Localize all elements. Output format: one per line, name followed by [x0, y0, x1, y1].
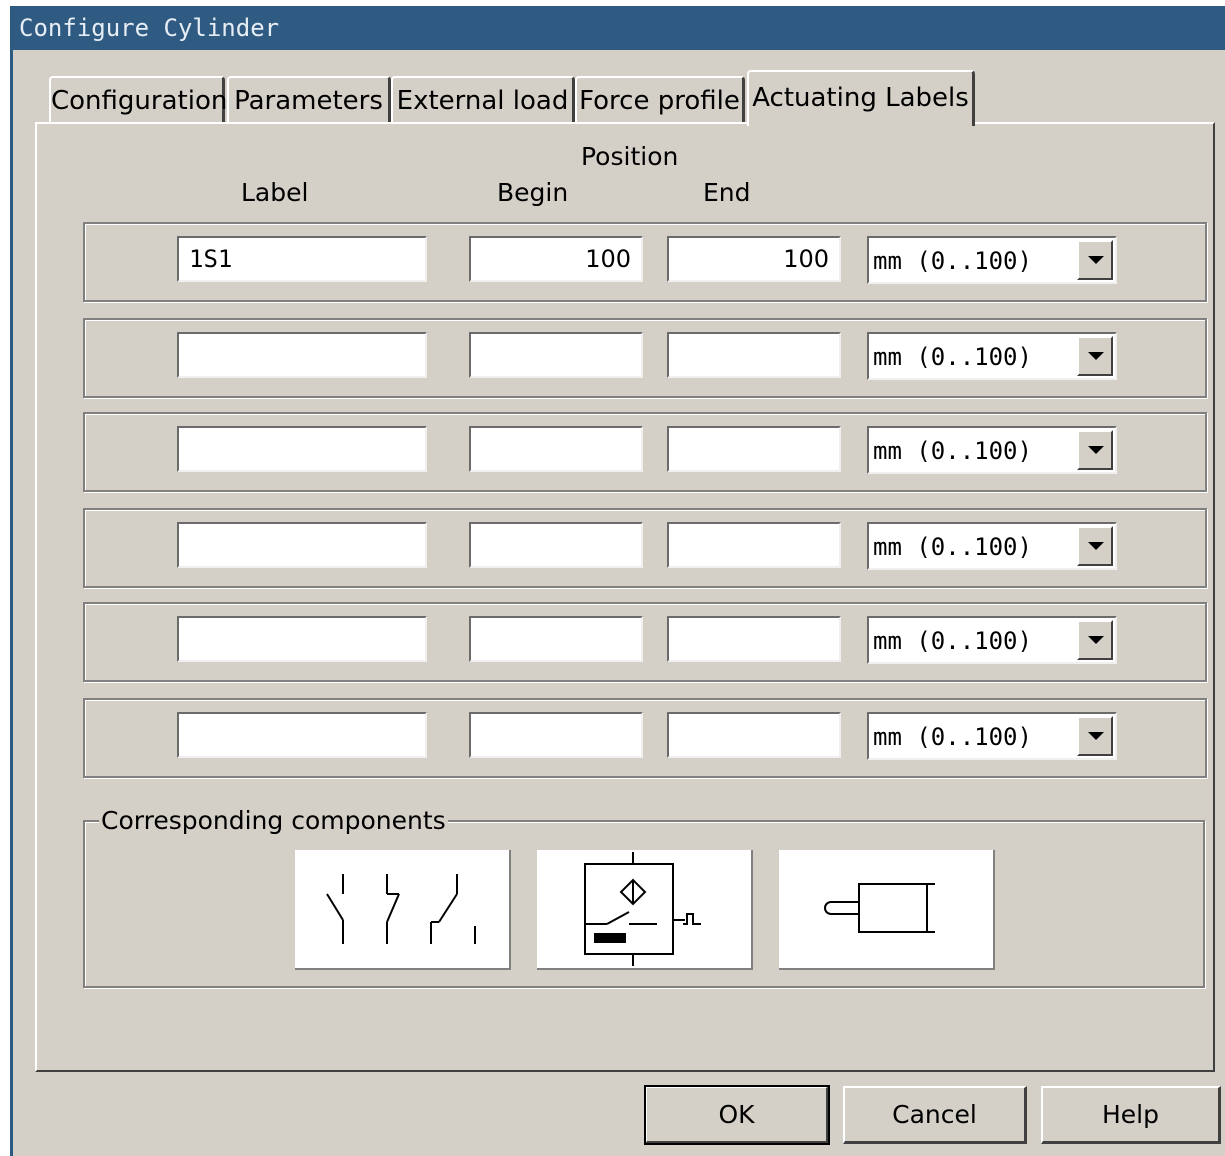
begin-input[interactable] — [469, 522, 643, 568]
dialog-window: Configure Cylinder Configuration Paramet… — [10, 6, 1225, 1156]
unit-select[interactable]: mm (0..100) — [867, 712, 1117, 760]
begin-input[interactable] — [469, 616, 643, 662]
label-input[interactable] — [177, 426, 427, 472]
proximity-sensor-icon[interactable] — [537, 850, 753, 970]
begin-input[interactable] — [469, 332, 643, 378]
unit-select[interactable]: mm (0..100) — [867, 616, 1117, 664]
begin-header: Begin — [497, 178, 569, 207]
end-input[interactable] — [667, 236, 841, 282]
tab-panel: Position Label Begin End mm (0..100) mm … — [35, 122, 1215, 1072]
begin-input[interactable] — [469, 712, 643, 758]
chevron-down-icon[interactable] — [1077, 336, 1113, 376]
chevron-down-icon[interactable] — [1077, 430, 1113, 470]
label-row: mm (0..100) — [83, 508, 1207, 588]
title-bar: Configure Cylinder — [13, 6, 1225, 50]
chevron-down-icon[interactable] — [1077, 526, 1113, 566]
end-input[interactable] — [667, 522, 841, 568]
unit-select[interactable]: mm (0..100) — [867, 426, 1117, 474]
label-row: mm (0..100) — [83, 222, 1207, 302]
label-input[interactable] — [177, 616, 427, 662]
help-button[interactable]: Help — [1041, 1086, 1221, 1144]
label-input[interactable] — [177, 712, 427, 758]
position-header: Position — [581, 142, 679, 171]
chevron-down-icon[interactable] — [1077, 716, 1113, 756]
begin-input[interactable] — [469, 426, 643, 472]
end-input[interactable] — [667, 332, 841, 378]
tab-external-load[interactable]: External load — [391, 76, 575, 122]
label-input[interactable] — [177, 236, 427, 282]
tab-parameters[interactable]: Parameters — [227, 76, 391, 122]
label-input[interactable] — [177, 332, 427, 378]
tab-actuating-labels[interactable]: Actuating Labels — [747, 70, 975, 126]
label-header: Label — [241, 178, 309, 207]
unit-value: mm (0..100) — [873, 437, 1032, 465]
tab-configuration[interactable]: Configuration — [49, 76, 227, 122]
switch-contacts-icon[interactable] — [295, 850, 511, 970]
end-input[interactable] — [667, 712, 841, 758]
unit-value: mm (0..100) — [873, 627, 1032, 655]
unit-value: mm (0..100) — [873, 343, 1032, 371]
unit-select[interactable]: mm (0..100) — [867, 522, 1117, 570]
unit-value: mm (0..100) — [873, 723, 1032, 751]
components-group: Corresponding components — [83, 806, 1205, 988]
cylinder-icon[interactable] — [779, 850, 995, 970]
chevron-down-icon[interactable] — [1077, 620, 1113, 660]
components-group-label: Corresponding components — [99, 806, 448, 835]
label-row: mm (0..100) — [83, 412, 1207, 492]
unit-select[interactable]: mm (0..100) — [867, 236, 1117, 284]
label-row: mm (0..100) — [83, 318, 1207, 398]
tab-force-profile[interactable]: Force profile — [575, 76, 745, 122]
end-input[interactable] — [667, 426, 841, 472]
unit-value: mm (0..100) — [873, 247, 1032, 275]
ok-button[interactable]: OK — [644, 1085, 830, 1145]
label-row: mm (0..100) — [83, 698, 1207, 778]
end-header: End — [703, 178, 751, 207]
end-input[interactable] — [667, 616, 841, 662]
cancel-button[interactable]: Cancel — [843, 1086, 1027, 1144]
chevron-down-icon[interactable] — [1077, 240, 1113, 280]
label-input[interactable] — [177, 522, 427, 568]
label-row: mm (0..100) — [83, 602, 1207, 682]
unit-select[interactable]: mm (0..100) — [867, 332, 1117, 380]
unit-value: mm (0..100) — [873, 533, 1032, 561]
begin-input[interactable] — [469, 236, 643, 282]
